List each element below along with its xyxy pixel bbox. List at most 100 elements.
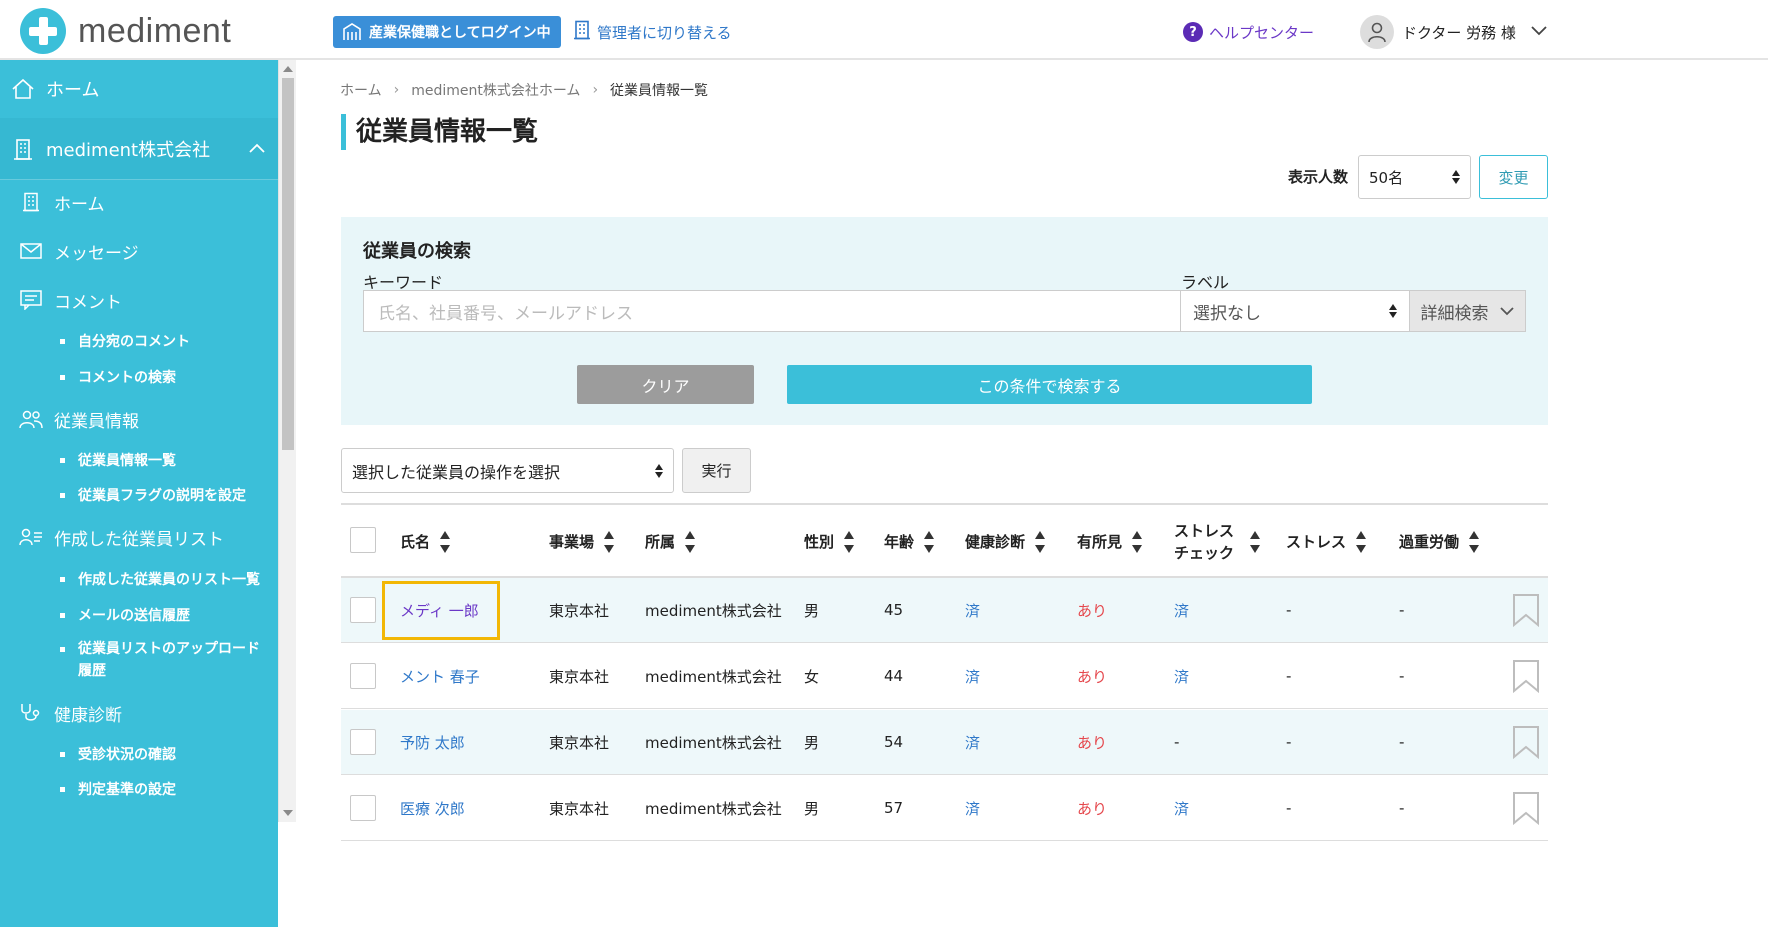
cell-finding[interactable]: あり [1077,776,1107,840]
col-stress-check[interactable]: ストレス チェック [1174,505,1260,578]
sort-icon [924,530,935,553]
cell-stress-check[interactable]: 済 [1174,776,1189,840]
label-select[interactable]: 選択なし [1180,290,1410,332]
chevron-down-icon [1499,307,1514,316]
top-header: mediment 産業保健職としてログイン中 管理者に切り替える ? ヘルプセン… [0,0,1768,60]
cell-finding[interactable]: あり [1077,578,1107,642]
sidebar-item-health-check[interactable]: 健康診断 [0,693,278,733]
per-page-select[interactable]: 50名 [1358,155,1471,199]
row-checkbox[interactable] [350,663,376,689]
breadcrumb-company-home[interactable]: mediment株式会社ホーム [411,80,580,100]
col-checkup[interactable]: 健康診断 [965,505,1046,578]
sort-icon [1035,530,1046,553]
bookmark-icon[interactable] [1512,725,1540,759]
employee-name-link[interactable]: 予防 太郎 [400,710,465,774]
sidebar-item-home-label: ホーム [46,80,100,101]
col-stress[interactable]: ストレス [1286,505,1367,578]
search-title: 従業員の検索 [363,241,471,262]
row-checkbox[interactable] [350,729,376,755]
sidebar-item-employee-flags-label: 従業員フラグの説明を設定 [78,488,246,504]
cell-site: 東京本社 [549,667,610,686]
chevron-up-icon [248,138,266,159]
sidebar-item-my-comments[interactable]: 自分宛のコメント [0,326,278,356]
scrollbar-thumb[interactable] [282,78,294,450]
col-age-label: 年齢 [884,533,915,551]
col-overwork-label: 過重労働 [1399,533,1460,551]
cell-finding[interactable]: あり [1077,710,1107,774]
cell-overwork: - [1399,799,1405,817]
cell-checkup[interactable]: 済 [965,776,980,840]
building-icon [341,22,363,42]
sidebar-item-created-lists-label: 作成した従業員リスト [54,529,224,550]
sidebar-item-employee-list[interactable]: 従業員情報一覧 [0,445,278,475]
sidebar-item-created-list-index[interactable]: 作成した従業員のリスト一覧 [0,564,278,594]
col-finding[interactable]: 有所見 [1077,505,1143,578]
sidebar-item-upload-history[interactable]: 従業員リストのアップロード履歴 [0,636,278,682]
cell-age: 57 [884,799,904,817]
sidebar-item-messages[interactable]: メッセージ [0,231,278,271]
sidebar-item-checkup-status[interactable]: 受診状況の確認 [0,739,278,769]
keyword-input[interactable]: 氏名、社員番号、メールアドレス [363,290,1181,332]
user-menu[interactable]: ドクター 労務 様 [1360,14,1548,50]
breadcrumb-current: 従業員情報一覧 [610,83,709,99]
cell-stress-check: - [1174,733,1180,751]
sidebar-item-company-home[interactable]: ホーム [0,182,278,222]
col-sex[interactable]: 性別 [804,505,855,578]
role-badge-label: 産業保健職としてログイン中 [369,25,551,41]
bookmark-icon[interactable] [1512,659,1540,693]
sort-icon [844,530,855,553]
sort-icon [685,530,696,553]
sidebar-item-comment-search[interactable]: コメントの検索 [0,362,278,392]
stethoscope-icon [18,701,44,725]
sidebar-item-created-lists[interactable]: 作成した従業員リスト [0,517,278,557]
cell-checkup[interactable]: 済 [965,644,980,708]
col-site[interactable]: 事業場 [549,505,615,578]
sidebar-scrollbar[interactable] [278,60,296,822]
switch-admin-link[interactable]: 管理者に切り替える [573,16,732,48]
sidebar-item-criteria[interactable]: 判定基準の設定 [0,774,278,804]
help-center-link[interactable]: ? ヘルプセンター [1183,16,1314,48]
table-row[interactable]: メント 春子 東京本社 mediment株式会社 女 44 済 あり 済 - - [341,644,1548,709]
cell-finding[interactable]: あり [1077,644,1107,708]
cell-checkup[interactable]: 済 [965,578,980,642]
bookmark-icon[interactable] [1512,791,1540,825]
table-row[interactable]: メディ 一郎 東京本社 mediment株式会社 男 45 済 あり 済 - - [341,578,1548,643]
sidebar-item-upload-history-label: 従業員リストのアップロード履歴 [78,641,260,679]
table-row[interactable]: 医療 次郎 東京本社 mediment株式会社 男 57 済 あり 済 - - [341,776,1548,841]
sidebar-item-criteria-label: 判定基準の設定 [78,782,176,798]
cell-stress-check[interactable]: 済 [1174,578,1189,642]
detail-search-toggle[interactable]: 詳細検索 [1409,290,1526,332]
table-row[interactable]: 予防 太郎 東京本社 mediment株式会社 男 54 済 あり - - - [341,710,1548,775]
sidebar-item-company[interactable]: mediment株式会社 [0,118,278,180]
col-name[interactable]: 氏名 [400,505,451,578]
sidebar-item-employee-info-label: 従業員情報 [54,411,139,432]
sidebar-item-employee-info[interactable]: 従業員情報 [0,399,278,439]
col-overwork[interactable]: 過重労働 [1399,505,1480,578]
row-checkbox[interactable] [350,795,376,821]
chevron-down-icon [1530,23,1548,41]
breadcrumb-home[interactable]: ホーム [340,80,382,100]
change-button[interactable]: 変更 [1479,155,1548,199]
mediment-logo[interactable]: mediment [20,8,231,54]
cell-stress-check[interactable]: 済 [1174,644,1189,708]
sidebar-item-home[interactable]: ホーム [0,60,278,118]
help-center-label: ヘルプセンター [1209,23,1315,42]
col-age[interactable]: 年齢 [884,505,935,578]
bulk-action-select[interactable]: 選択した従業員の操作を選択 [341,448,674,493]
sidebar-item-comments[interactable]: コメント [0,280,278,320]
row-checkbox[interactable] [350,597,376,623]
select-all-checkbox[interactable] [350,527,376,553]
scroll-down-arrow-icon[interactable] [283,810,293,816]
clear-button[interactable]: クリア [577,365,754,404]
sidebar-item-employee-flags[interactable]: 従業員フラグの説明を設定 [0,480,278,510]
execute-button[interactable]: 実行 [682,448,751,493]
col-dept[interactable]: 所属 [645,505,696,578]
sidebar-item-mail-history[interactable]: メールの送信履歴 [0,600,278,630]
col-site-label: 事業場 [549,533,595,551]
scroll-up-arrow-icon[interactable] [283,66,293,72]
bookmark-icon[interactable] [1512,593,1540,627]
employee-name-link[interactable]: 医療 次郎 [400,776,465,840]
cell-checkup[interactable]: 済 [965,710,980,774]
search-submit-button[interactable]: この条件で検索する [787,365,1312,404]
employee-name-link[interactable]: メント 春子 [400,644,480,708]
